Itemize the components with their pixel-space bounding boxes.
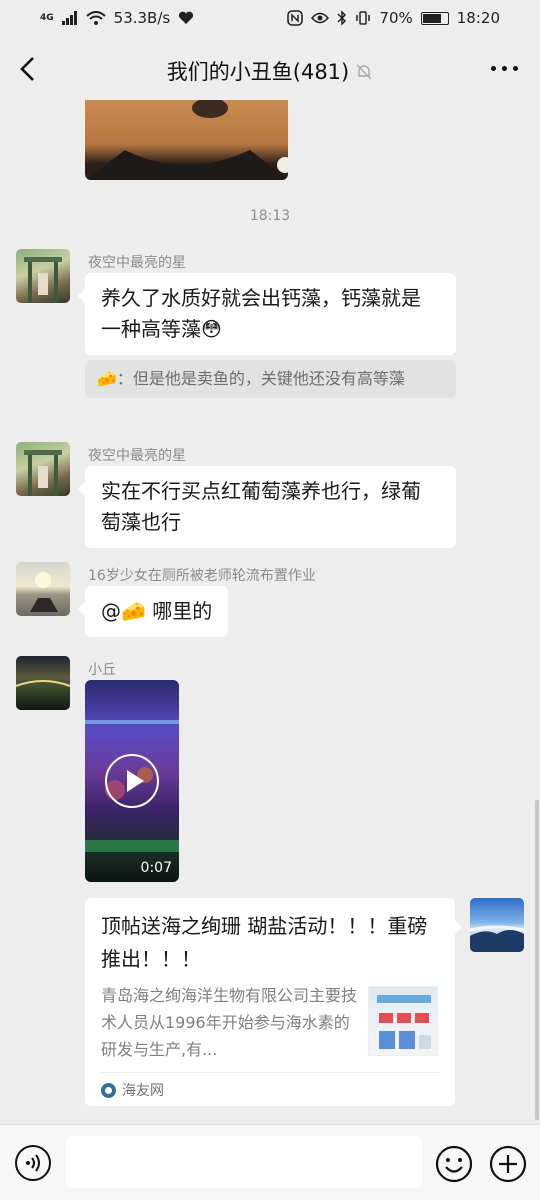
image-message[interactable] [85, 100, 288, 180]
input-bar [0, 1124, 540, 1200]
battery-icon [420, 11, 449, 25]
sender-name: 夜空中最亮的星 [88, 448, 186, 464]
quoted-message[interactable]: 🧀：但是他是卖鱼的，关键他还没有高等藻 [85, 360, 456, 398]
avatar[interactable] [16, 562, 70, 616]
eye-icon [311, 12, 330, 24]
link-card-source: 海友网 [101, 1080, 164, 1100]
video-duration: 0:07 [140, 860, 172, 876]
divider [101, 1072, 439, 1073]
source-name: 海友网 [122, 1083, 164, 1099]
link-card-thumbnail [368, 986, 438, 1056]
mute-bell-icon [356, 64, 372, 80]
avatar[interactable] [16, 442, 70, 496]
bluetooth-icon [337, 10, 347, 26]
source-logo-icon [101, 1082, 116, 1098]
health-heart-icon [179, 11, 194, 24]
wifi-icon [85, 10, 106, 25]
dog-photo [85, 100, 288, 180]
plus-icon[interactable] [489, 1145, 527, 1183]
sender-name: 夜空中最亮的星 [88, 255, 186, 271]
voice-icon [26, 1154, 40, 1172]
play-icon[interactable] [105, 754, 159, 808]
scrollbar[interactable] [535, 800, 539, 1120]
link-card[interactable]: 顶帖送海之绚珊 瑚盐活动！！！重磅推出！！！ 青岛海之绚海洋生物有限公司主要技术… [85, 898, 462, 1106]
video-message[interactable]: 0:07 [85, 680, 179, 882]
timestamp: 18:13 [249, 208, 291, 224]
clock: 18:20 [456, 9, 500, 27]
sender-name: 小丘 [88, 662, 116, 678]
emoji-icon[interactable] [435, 1145, 473, 1183]
link-card-title: 顶帖送海之绚珊 瑚盐活动！！！重磅推出！！！ [101, 914, 428, 971]
status-bar: 4G 53.3B/s 70% 18:20 [0, 0, 540, 38]
more-options-icon[interactable] [491, 66, 518, 71]
avatar[interactable] [16, 656, 70, 710]
my-avatar[interactable] [470, 898, 524, 952]
message-bubble[interactable]: 实在不行买点红葡萄藻养也行，绿葡萄藻也行 [78, 466, 456, 548]
link-card-description: 青岛海之绚海洋生物有限公司主要技术人员从1996年开始参与海水素的研发与生产,有… [101, 986, 358, 1059]
voice-input-button[interactable] [15, 1145, 51, 1181]
message-bubble[interactable]: @🧀 哪里的 [77, 586, 229, 637]
network-type: 4G [40, 12, 54, 23]
network-speed: 53.3B/s [113, 9, 171, 27]
signal-icon [61, 11, 77, 25]
nfc-icon [287, 10, 304, 26]
message-bubble[interactable]: 养久了水质好就会出钙藻，钙藻就是一种高等藻😳 [78, 273, 456, 355]
sender-name: 16岁少女在厕所被老师轮流布置作业 [88, 568, 316, 584]
chat-title-wrap: 我们的小丑鱼(481) [0, 56, 540, 86]
message-input[interactable] [66, 1136, 422, 1188]
vibrate-icon [356, 11, 371, 25]
chat-title: 我们的小丑鱼(481) [166, 60, 350, 84]
chat-messages: 18:13 夜空中最亮的星 养久了水质好就会出钙藻，钙藻就是一种高等藻😳 🧀：但… [0, 100, 540, 1124]
battery-percent: 70% [379, 9, 413, 27]
chat-header: 我们的小丑鱼(481) [0, 38, 540, 100]
avatar[interactable] [16, 249, 70, 303]
